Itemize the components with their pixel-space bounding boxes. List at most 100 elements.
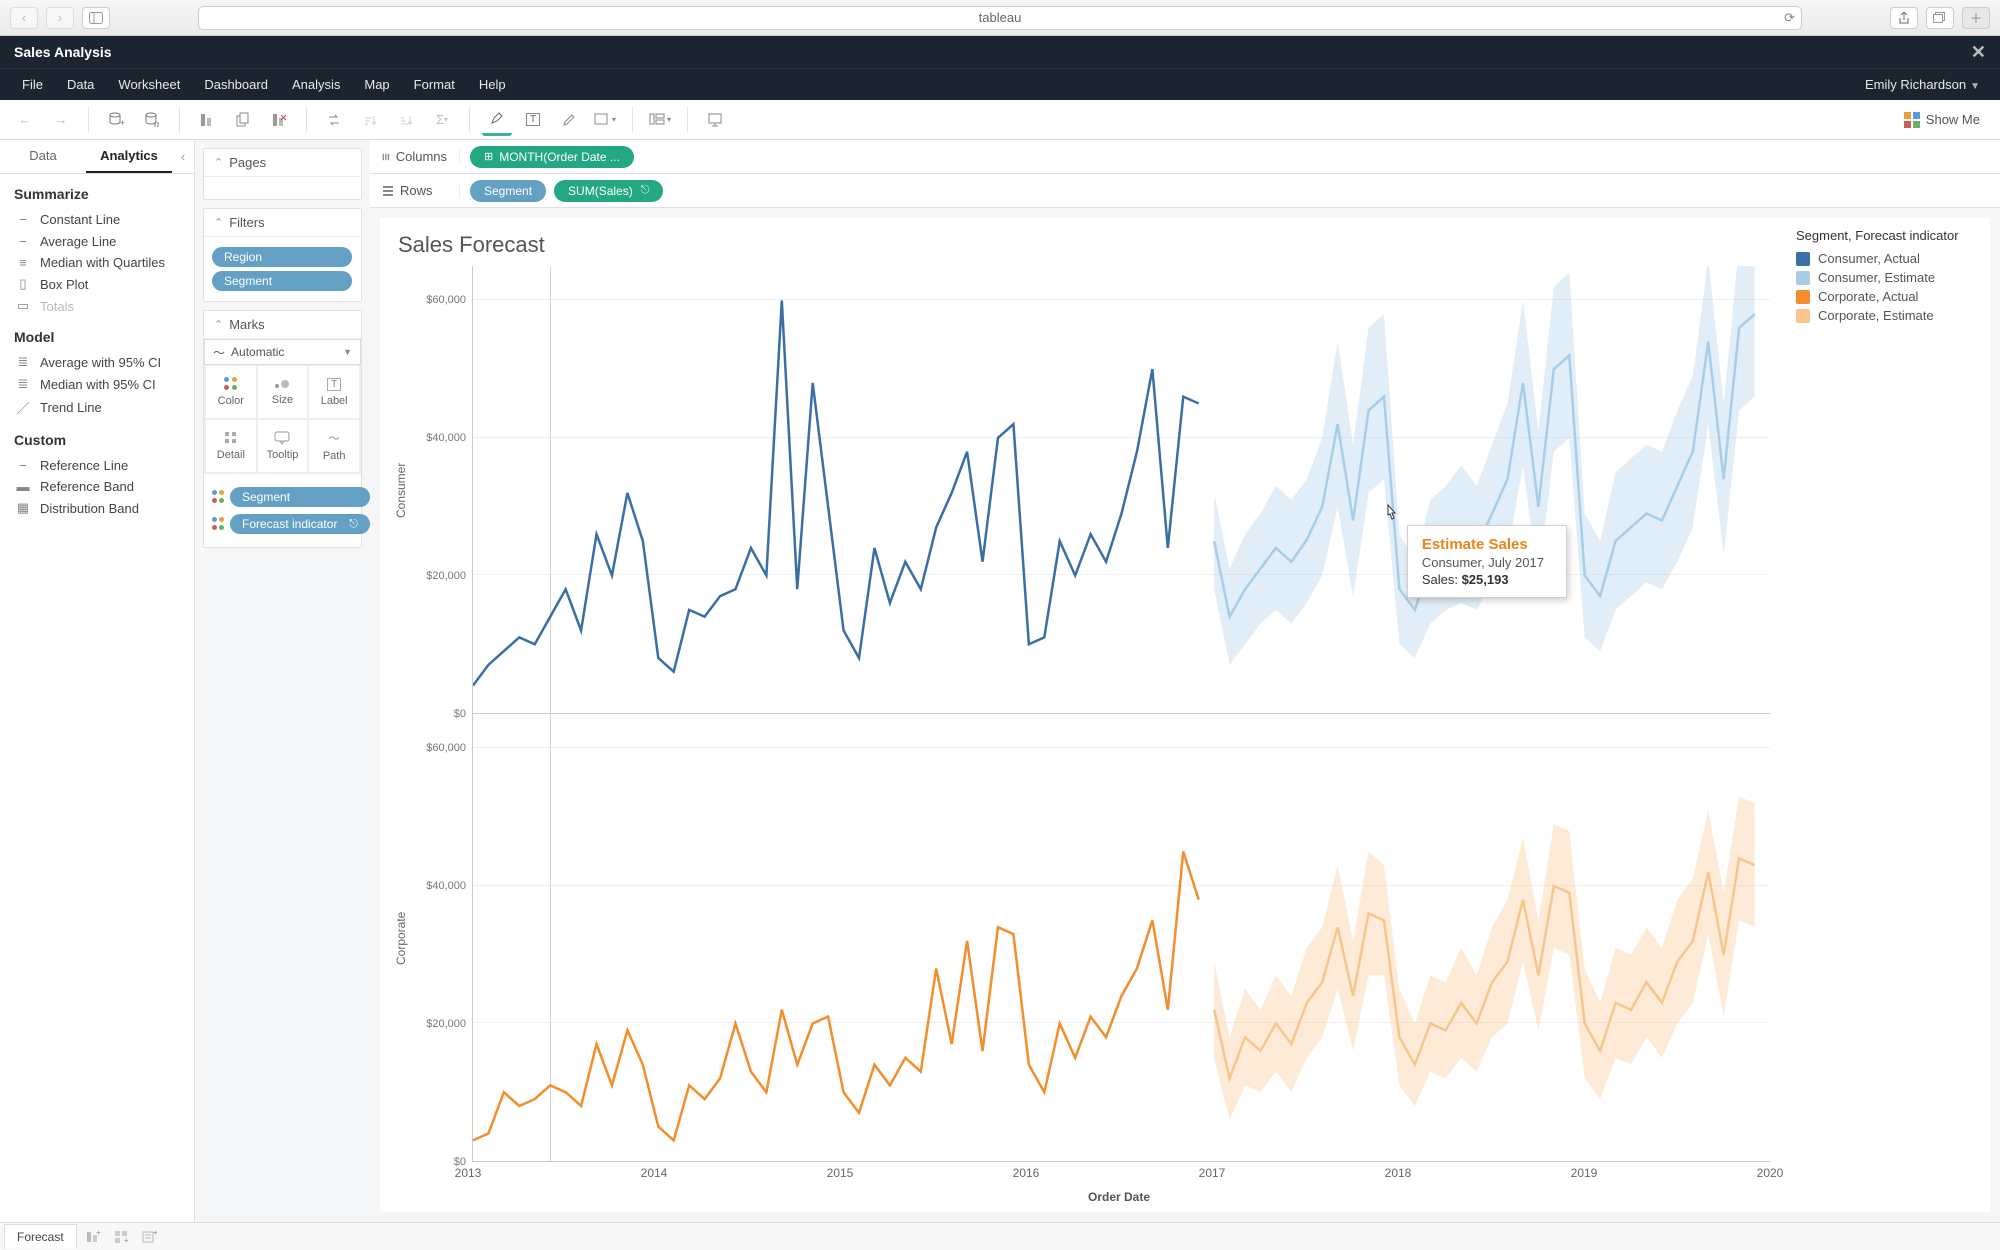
y-tick: $20,000 <box>426 1018 466 1030</box>
text-icon: T <box>526 113 540 126</box>
menu-format[interactable]: Format <box>402 77 467 92</box>
caret-down-icon: ▼ <box>343 347 352 357</box>
mark-color-button[interactable]: Color <box>205 365 257 419</box>
marks-card-head[interactable]: ⌃Marks <box>204 311 361 339</box>
sheet-tab-forecast[interactable]: Forecast <box>4 1224 77 1249</box>
mark-pill-forecast[interactable]: Forecast indicator⎋ <box>230 514 370 534</box>
color-encoding-icon <box>212 517 224 531</box>
color-icon <box>224 377 238 391</box>
close-button[interactable]: ✕ <box>1971 42 1986 63</box>
sort-asc-button[interactable] <box>355 105 385 135</box>
show-me-button[interactable]: Show Me <box>1904 112 1990 128</box>
menu-file[interactable]: File <box>10 77 55 92</box>
legend-item[interactable]: Consumer, Estimate <box>1796 268 1974 287</box>
chart-canvas[interactable]: Consumer$0$20,000$40,000$60,000Estimate … <box>390 266 1770 1162</box>
viz-title[interactable]: Sales Forecast <box>398 232 1770 258</box>
legend-item[interactable]: Corporate, Actual <box>1796 287 1974 306</box>
duplicate-button[interactable] <box>228 105 258 135</box>
new-tab-button[interactable]: ＋ <box>1962 7 1990 29</box>
y-tick: $60,000 <box>426 294 466 306</box>
sort-desc-button[interactable] <box>391 105 421 135</box>
filter-pill-segment[interactable]: Segment <box>212 271 352 291</box>
format-button[interactable] <box>554 105 584 135</box>
mark-type-select[interactable]: 〜Automatic ▼ <box>204 339 361 365</box>
pages-card: ⌃Pages <box>203 148 362 200</box>
menu-map[interactable]: Map <box>352 77 401 92</box>
pages-card-head[interactable]: ⌃Pages <box>204 149 361 177</box>
legend-item[interactable]: Corporate, Estimate <box>1796 306 1974 325</box>
rows-shelf[interactable]: Rows Segment SUM(Sales)⎋ <box>370 174 2000 208</box>
columns-shelf[interactable]: Columns ⊞MONTH(Order Date ... <box>370 140 2000 174</box>
fit-button[interactable]: ▾ <box>590 105 620 135</box>
label-toggle-button[interactable]: T <box>518 105 548 135</box>
new-sheet-button[interactable] <box>192 105 222 135</box>
plot-area[interactable] <box>472 714 1770 1162</box>
analytics-item-constant-line[interactable]: ⎯Constant Line <box>14 208 180 230</box>
analytics-item-avg-ci[interactable]: ≣Average with 95% CI <box>14 351 180 373</box>
swap-button[interactable] <box>319 105 349 135</box>
cards-button[interactable]: ▾ <box>645 105 675 135</box>
rows-pill-segment[interactable]: Segment <box>470 180 546 202</box>
new-story-button[interactable]: + <box>135 1225 163 1249</box>
new-sheet-icon: + <box>85 1229 101 1245</box>
menu-data[interactable]: Data <box>55 77 106 92</box>
tabs-button[interactable] <box>1926 7 1954 29</box>
analytics-item-median-ci[interactable]: ≣Median with 95% CI <box>14 373 180 395</box>
back-button[interactable]: ‹ <box>10 7 38 29</box>
legend-swatch <box>1796 271 1810 285</box>
clear-button[interactable] <box>264 105 294 135</box>
new-worksheet-button[interactable]: + <box>79 1225 107 1249</box>
forecast-pill-icon: ⎋ <box>641 184 650 197</box>
redo-button[interactable]: → <box>46 105 76 135</box>
filter-pill-region[interactable]: Region <box>212 247 352 267</box>
analytics-item-average-line[interactable]: ⎯Average Line <box>14 230 180 252</box>
pause-datasource-button[interactable] <box>137 105 167 135</box>
filters-card-head[interactable]: ⌃Filters <box>204 209 361 237</box>
rows-pill-sumsales[interactable]: SUM(Sales)⎋ <box>554 180 663 202</box>
ci-icon: ≣ <box>14 376 32 392</box>
sidebar-toggle-button[interactable] <box>82 7 110 29</box>
totals-button[interactable]: Σ▾ <box>427 105 457 135</box>
analytics-item-median-quartiles[interactable]: ≡Median with Quartiles <box>14 252 180 273</box>
tab-analytics[interactable]: Analytics <box>86 140 172 173</box>
x-tick: 2017 <box>1199 1166 1226 1180</box>
mark-pill-segment[interactable]: Segment <box>230 487 370 507</box>
url-bar[interactable]: tableau ⟳ <box>198 6 1802 30</box>
analytics-item-box-plot[interactable]: ▯Box Plot <box>14 273 180 295</box>
menu-analysis[interactable]: Analysis <box>280 77 352 92</box>
analytics-item-trend-line[interactable]: ／Trend Line <box>14 395 180 420</box>
legend-item[interactable]: Consumer, Actual <box>1796 249 1974 268</box>
plot-area[interactable]: Estimate SalesConsumer, July 2017Sales: … <box>472 266 1770 714</box>
share-button[interactable] <box>1890 7 1918 29</box>
presentation-button[interactable] <box>700 105 730 135</box>
side-panel: Data Analytics ‹ Summarize ⎯Constant Lin… <box>0 140 195 1222</box>
forward-button[interactable]: › <box>46 7 74 29</box>
analytics-item-ref-line[interactable]: ⎯Reference Line <box>14 454 180 476</box>
refresh-icon[interactable]: ⟳ <box>1784 10 1795 26</box>
mark-size-button[interactable]: Size <box>257 365 309 419</box>
undo-button[interactable]: ← <box>10 105 40 135</box>
menu-worksheet[interactable]: Worksheet <box>106 77 192 92</box>
path-icon: 〜 <box>329 430 340 446</box>
user-menu[interactable]: Emily Richardson▼ <box>1865 77 1990 92</box>
new-datasource-button[interactable]: + <box>101 105 131 135</box>
collapse-sidebar-button[interactable]: ‹ <box>172 140 194 173</box>
database-plus-icon: + <box>107 111 125 129</box>
menu-help[interactable]: Help <box>467 77 518 92</box>
analytics-item-dist-band[interactable]: ▦Distribution Band <box>14 497 180 519</box>
mark-path-button[interactable]: 〜Path <box>308 419 360 473</box>
y-axis: $0$20,000$40,000$60,000 <box>412 714 472 1162</box>
mark-detail-button[interactable]: Detail <box>205 419 257 473</box>
mark-tooltip-button[interactable]: Tooltip <box>257 419 309 473</box>
mark-label-button[interactable]: TLabel <box>308 365 360 419</box>
highlight-button[interactable] <box>482 103 512 136</box>
chart-panel: Corporate$0$20,000$40,000$60,000 <box>390 714 1770 1162</box>
analytics-item-ref-band[interactable]: ▬Reference Band <box>14 476 180 497</box>
new-dashboard-button[interactable]: + <box>107 1225 135 1249</box>
tab-data[interactable]: Data <box>0 140 86 173</box>
menu-dashboard[interactable]: Dashboard <box>192 77 280 92</box>
panel-label: Corporate <box>390 714 412 1162</box>
columns-pill-month[interactable]: ⊞MONTH(Order Date ... <box>470 146 634 168</box>
url-text: tableau <box>979 10 1022 25</box>
sheet-icon <box>199 112 215 128</box>
